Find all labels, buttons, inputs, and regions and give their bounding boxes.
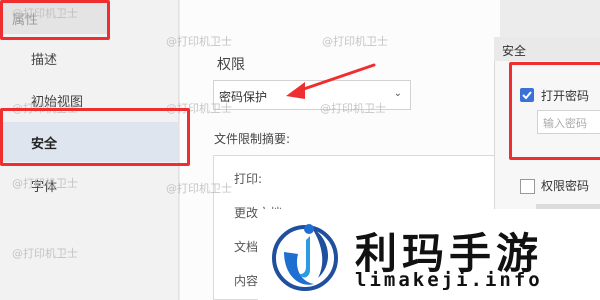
brand-site: limakeji.info [355,269,543,291]
brand-logo-icon [272,224,338,291]
